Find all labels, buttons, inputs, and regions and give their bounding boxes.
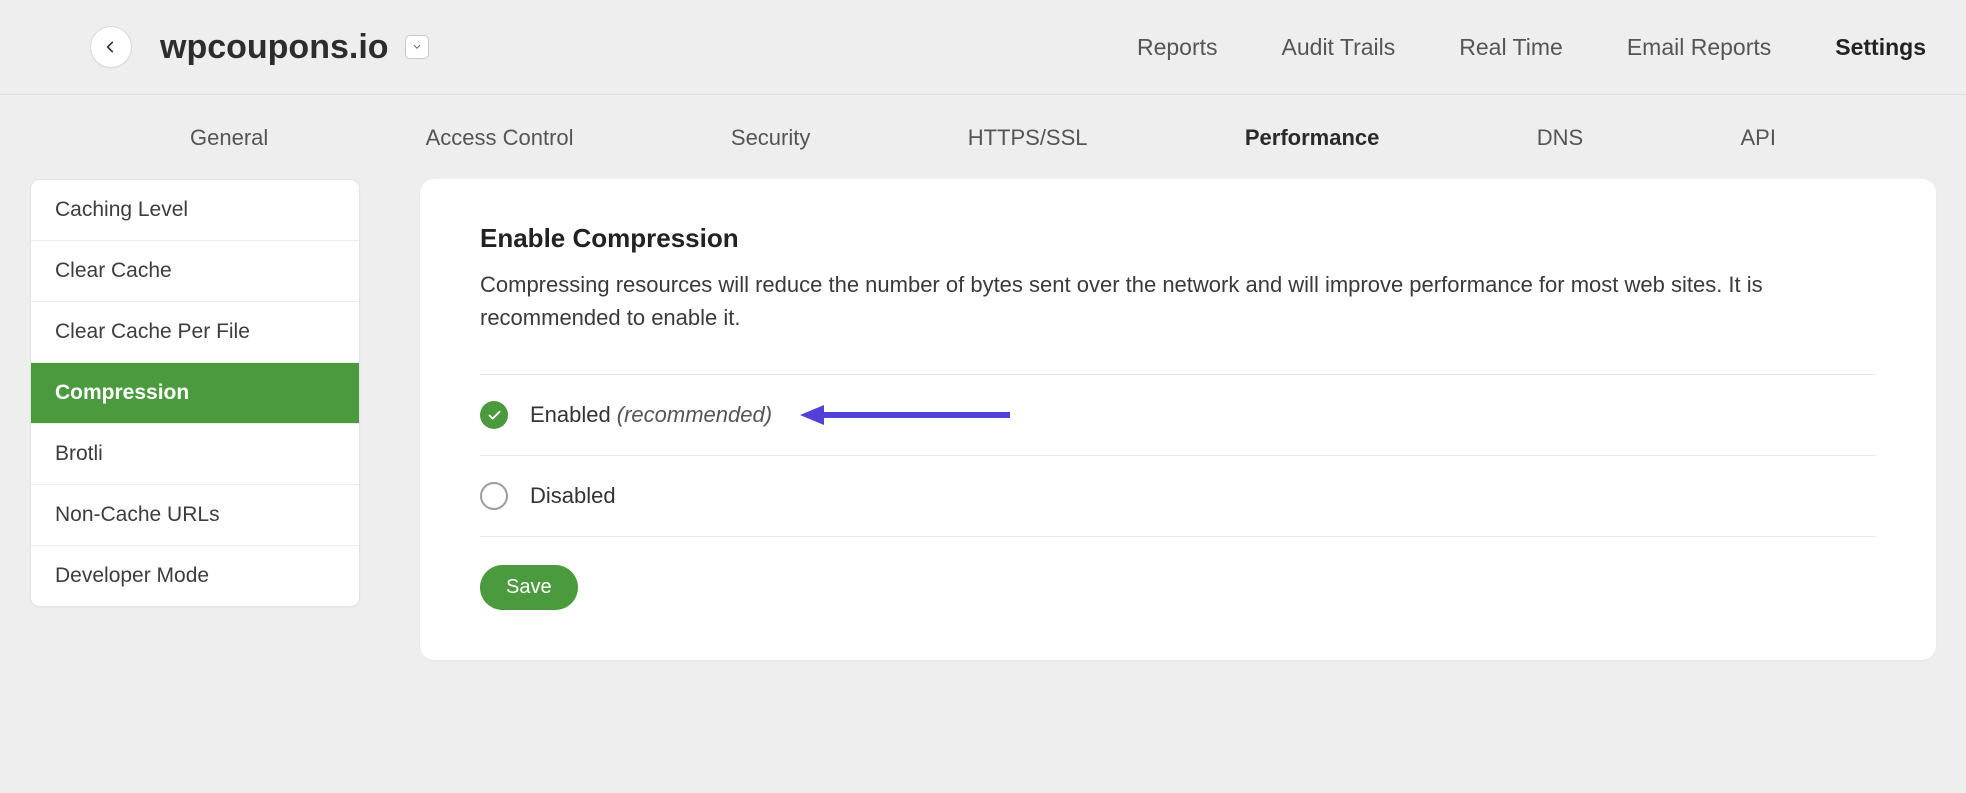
- site-title: wpcoupons.io: [160, 28, 389, 67]
- sidebar-item-developer-mode[interactable]: Developer Mode: [31, 546, 359, 606]
- nav-item-reports[interactable]: Reports: [1137, 34, 1218, 61]
- chevron-down-icon: [412, 42, 422, 52]
- save-button[interactable]: Save: [480, 565, 578, 610]
- checkmark-icon: [487, 408, 502, 423]
- radio-checked-icon: [480, 401, 508, 429]
- option-enabled[interactable]: Enabled (recommended): [480, 375, 1876, 456]
- tab-security[interactable]: Security: [731, 125, 810, 151]
- tab-access-control[interactable]: Access Control: [426, 125, 574, 151]
- tab-dns[interactable]: DNS: [1537, 125, 1583, 151]
- card-title: Enable Compression: [480, 223, 1876, 254]
- top-nav: Reports Audit Trails Real Time Email Rep…: [1137, 34, 1926, 61]
- tab-performance[interactable]: Performance: [1245, 125, 1380, 151]
- compression-card: Enable Compression Compressing resources…: [420, 179, 1936, 660]
- nav-item-settings[interactable]: Settings: [1835, 34, 1926, 61]
- sidebar-item-compression[interactable]: Compression: [31, 363, 359, 424]
- nav-item-email-reports[interactable]: Email Reports: [1627, 34, 1771, 61]
- sidebar-item-caching-level[interactable]: Caching Level: [31, 180, 359, 241]
- radio-unchecked-icon: [480, 482, 508, 510]
- tab-https-ssl[interactable]: HTTPS/SSL: [968, 125, 1088, 151]
- sidebar-item-clear-cache[interactable]: Clear Cache: [31, 241, 359, 302]
- page-header: wpcoupons.io Reports Audit Trails Real T…: [0, 0, 1966, 95]
- card-description: Compressing resources will reduce the nu…: [480, 268, 1876, 334]
- performance-sidebar: Caching Level Clear Cache Clear Cache Pe…: [30, 179, 360, 607]
- save-row: Save: [480, 565, 1876, 610]
- arrow-left-icon: [103, 39, 119, 55]
- nav-item-audit-trails[interactable]: Audit Trails: [1282, 34, 1396, 61]
- settings-sub-tabs: General Access Control Security HTTPS/SS…: [0, 95, 1966, 179]
- sidebar-item-brotli[interactable]: Brotli: [31, 424, 359, 485]
- back-button[interactable]: [90, 26, 132, 68]
- sidebar-item-non-cache-urls[interactable]: Non-Cache URLs: [31, 485, 359, 546]
- main-area: Caching Level Clear Cache Clear Cache Pe…: [0, 179, 1966, 700]
- tab-general[interactable]: General: [190, 125, 268, 151]
- option-hint: (recommended): [617, 402, 772, 428]
- option-label: Enabled: [530, 402, 611, 428]
- sidebar-item-clear-cache-per-file[interactable]: Clear Cache Per File: [31, 302, 359, 363]
- nav-item-real-time[interactable]: Real Time: [1459, 34, 1563, 61]
- tab-api[interactable]: API: [1740, 125, 1775, 151]
- annotation-arrow-icon: [800, 400, 1010, 430]
- option-label: Disabled: [530, 483, 616, 509]
- site-dropdown-button[interactable]: [405, 35, 429, 59]
- option-disabled[interactable]: Disabled: [480, 456, 1876, 537]
